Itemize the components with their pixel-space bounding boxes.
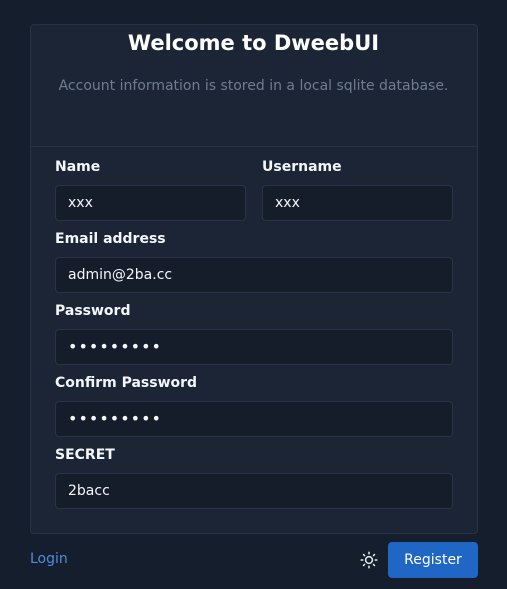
name-input[interactable]: xxx [55, 185, 246, 221]
name-label: Name [55, 159, 101, 175]
password-input[interactable]: ••••••••• [55, 329, 453, 365]
register-button[interactable]: Register [388, 542, 478, 578]
login-link[interactable]: Login [30, 551, 68, 567]
username-input[interactable]: xxx [262, 185, 453, 221]
sun-icon [360, 551, 378, 569]
password-label: Password [55, 303, 131, 319]
secret-label: SECRET [55, 447, 115, 463]
page-title: Welcome to DweebUI [127, 31, 380, 55]
confirm-password-input[interactable]: ••••••••• [55, 401, 453, 437]
theme-toggle-button[interactable] [360, 551, 378, 569]
email-label: Email address [55, 231, 166, 247]
confirm-password-label: Confirm Password [55, 375, 198, 391]
username-label: Username [262, 159, 342, 175]
page-subtitle: Account information is stored in a local… [58, 78, 449, 94]
email-input[interactable]: admin@2ba.cc [55, 257, 453, 293]
secret-input[interactable]: 2bacc [55, 473, 453, 509]
